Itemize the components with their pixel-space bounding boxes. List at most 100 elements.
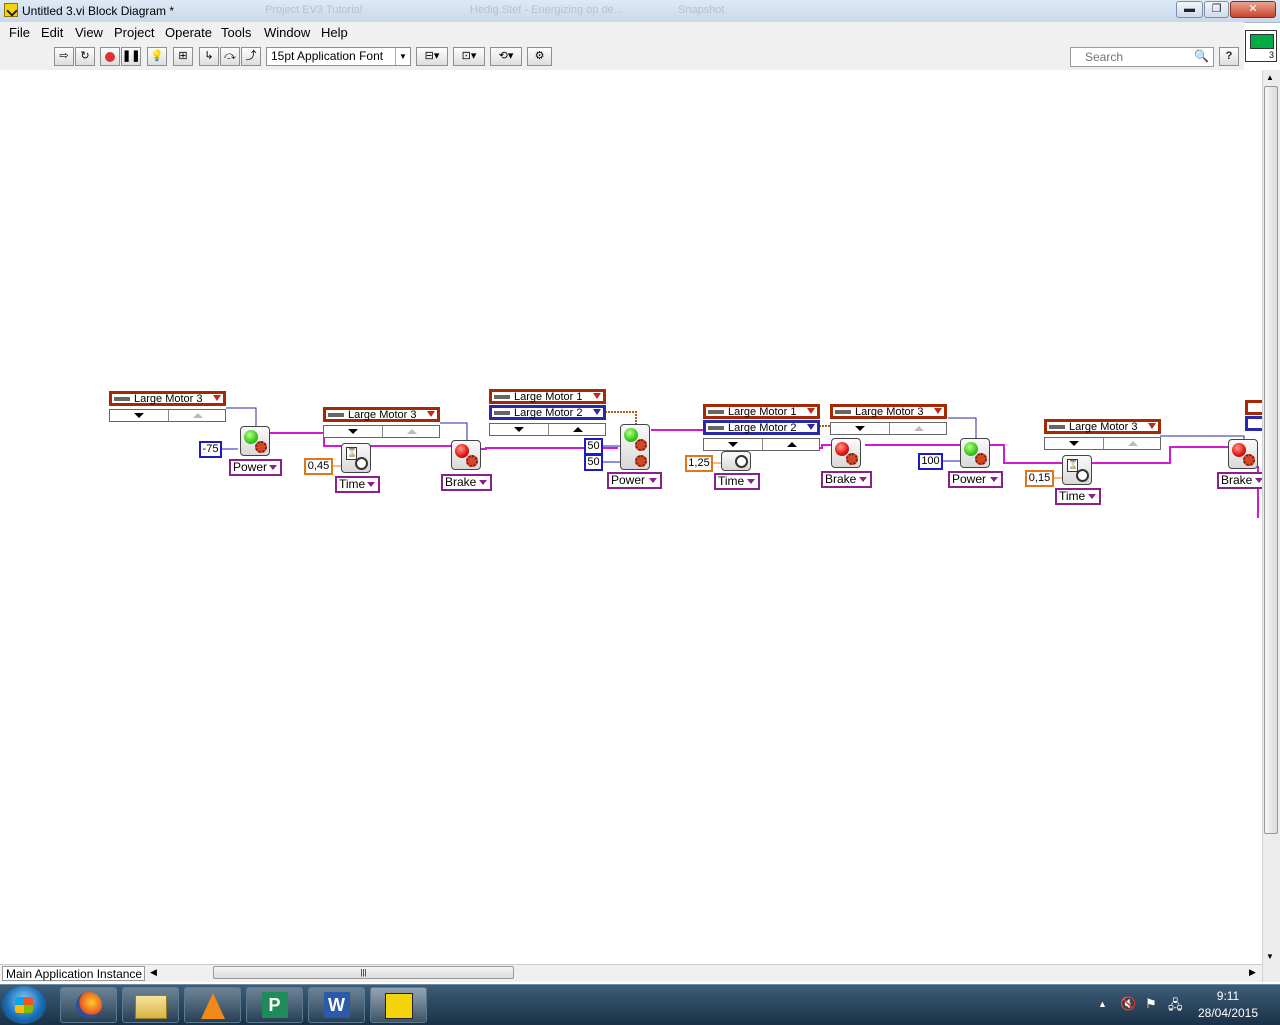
motor-off-block[interactable] [451, 440, 481, 470]
volume-muted-icon[interactable]: 🔇 [1120, 996, 1136, 1012]
power-constant[interactable]: 50 [584, 438, 603, 455]
scroll-left-icon[interactable]: ◀ [150, 967, 157, 978]
motor-port-selector-partial[interactable] [1245, 416, 1262, 431]
chevron-down-icon: ▼ [395, 48, 410, 65]
search-input[interactable] [1085, 49, 1185, 65]
highlight-execution-icon[interactable]: 💡 [147, 47, 167, 66]
motor-port-selector-partial[interactable] [1245, 400, 1262, 415]
word-icon[interactable]: W [308, 987, 365, 1023]
time-constant[interactable]: 0,15 [1025, 470, 1054, 487]
mode-selector-brake[interactable]: Brake [821, 471, 872, 488]
power-constant[interactable]: 50 [584, 454, 603, 471]
mode-label: Power [952, 472, 987, 486]
scroll-up-icon[interactable]: ▲ [1266, 73, 1274, 82]
motor-off-block[interactable] [831, 438, 861, 468]
motor-port-selector[interactable]: Large Motor 1 [489, 389, 606, 404]
port-terminals [323, 425, 440, 438]
step-out-icon[interactable]: ⤴ [241, 47, 261, 66]
menu-project[interactable]: Project [114, 25, 154, 40]
pause-icon[interactable]: ❚❚ [121, 47, 141, 66]
menu-edit[interactable]: Edit [41, 25, 63, 40]
wait-timer-block[interactable] [721, 451, 751, 471]
mode-selector-time[interactable]: Time [335, 476, 380, 493]
search-icon[interactable]: 🔍 [1194, 49, 1209, 63]
motor-on-block[interactable] [620, 424, 650, 470]
wait-timer-block[interactable]: ⌛ [1062, 455, 1092, 485]
run-continuous-icon[interactable]: ↻ [75, 47, 95, 66]
network-icon[interactable]: 🖧 [1168, 996, 1183, 1018]
reorder-icon[interactable]: ⟲▾ [490, 47, 522, 66]
distribute-objects-icon[interactable]: ⊡▾ [453, 47, 485, 66]
align-objects-icon[interactable]: ⊟▾ [416, 47, 448, 66]
file-explorer-icon[interactable] [122, 987, 179, 1023]
vi-icon-label: 3 [1268, 50, 1274, 60]
vertical-scroll-thumb[interactable] [1264, 86, 1278, 834]
clean-up-diagram-icon[interactable]: ⚙ [527, 47, 552, 66]
window-title: Untitled 3.vi Block Diagram * [22, 4, 175, 18]
scroll-down-icon[interactable]: ▼ [1266, 952, 1274, 961]
minimize-button[interactable]: ▬ [1176, 1, 1203, 18]
run-arrow-icon[interactable]: ⇨ [54, 47, 74, 66]
mode-label: Time [339, 477, 366, 491]
action-center-icon[interactable]: ⚑ [1145, 996, 1157, 1012]
motor-port-selector[interactable]: Large Motor 3 [830, 404, 947, 419]
mode-selector-time[interactable]: Time [714, 473, 760, 490]
step-into-icon[interactable]: ↳ [199, 47, 219, 66]
mode-selector-brake[interactable]: Brake [1217, 472, 1262, 489]
motor-port-selector[interactable]: Large Motor 1 [703, 404, 820, 419]
search-field[interactable]: 🔍 [1070, 47, 1214, 67]
motor-on-block[interactable] [960, 438, 990, 468]
mode-selector-time[interactable]: Time [1055, 488, 1101, 505]
time-constant[interactable]: 1,25 [685, 455, 713, 472]
motor-port-selector[interactable]: Large Motor 3 [1044, 419, 1161, 434]
firefox-icon[interactable] [60, 987, 117, 1023]
mode-selector-brake[interactable]: Brake [441, 474, 492, 491]
start-button[interactable] [2, 986, 46, 1024]
selector-label: Large Motor 2 [728, 422, 797, 434]
time-constant[interactable]: 0,45 [304, 458, 333, 475]
selector-label: Large Motor 1 [514, 391, 583, 403]
mode-label: Power [233, 460, 268, 474]
clock-time[interactable]: 9:11 [1198, 989, 1258, 1003]
menu-operate[interactable]: Operate [165, 25, 212, 40]
menu-view[interactable]: View [75, 25, 103, 40]
background-tab-2: Hedig Stef - Energizing op de... [470, 4, 623, 16]
scroll-right-icon[interactable]: ▶ [1249, 967, 1256, 978]
motor-port-selector[interactable]: Large Motor 2 [703, 420, 820, 435]
clock-date[interactable]: 28/04/2015 [1194, 1006, 1262, 1020]
close-button[interactable]: ✕ [1230, 1, 1276, 18]
vlc-icon[interactable] [184, 987, 241, 1023]
motor-port-selector[interactable]: Large Motor 3 [109, 391, 226, 406]
font-select[interactable]: 15pt Application Font ▼ [266, 47, 411, 66]
mode-selector-power[interactable]: Power [229, 459, 282, 476]
help-icon[interactable]: ? [1219, 47, 1239, 66]
status-bar: Main Application Instance ◀ ▶ [0, 964, 1262, 982]
application-instance-label[interactable]: Main Application Instance [2, 966, 145, 981]
port-terminals [830, 422, 947, 435]
wait-timer-block[interactable]: ⌛ [341, 443, 371, 473]
power-constant[interactable]: -75 [199, 441, 222, 458]
motor-port-selector[interactable]: Large Motor 3 [323, 407, 440, 422]
retain-wire-values-icon[interactable]: ⊞ [173, 47, 193, 66]
motor-on-block[interactable] [240, 426, 270, 456]
maximize-button[interactable]: ❐ [1204, 1, 1229, 18]
mode-selector-power[interactable]: Power [607, 472, 662, 489]
vi-icon[interactable]: 3 [1245, 30, 1277, 62]
publisher-icon[interactable]: P [246, 987, 303, 1023]
selector-label: Large Motor 3 [1069, 421, 1138, 433]
mode-selector-power[interactable]: Power [948, 471, 1003, 488]
horizontal-scroll-thumb[interactable]: ||| [213, 966, 514, 979]
labview-icon[interactable] [370, 987, 427, 1023]
motor-off-block[interactable] [1228, 439, 1258, 469]
power-constant[interactable]: 100 [918, 453, 943, 470]
menu-window[interactable]: Window [264, 25, 310, 40]
menu-help[interactable]: Help [321, 25, 348, 40]
abort-icon[interactable] [100, 47, 120, 66]
mode-label: Brake [825, 472, 857, 486]
show-hidden-icons-icon[interactable]: ▲ [1098, 999, 1107, 1009]
menu-file[interactable]: File [9, 25, 30, 40]
block-diagram-canvas[interactable]: Large Motor 3 -75 Power Large Motor 3 0,… [0, 70, 1262, 964]
motor-port-selector[interactable]: Large Motor 2 [489, 405, 606, 420]
step-over-icon[interactable]: ⤼ [220, 47, 240, 66]
menu-tools[interactable]: Tools [221, 25, 251, 40]
